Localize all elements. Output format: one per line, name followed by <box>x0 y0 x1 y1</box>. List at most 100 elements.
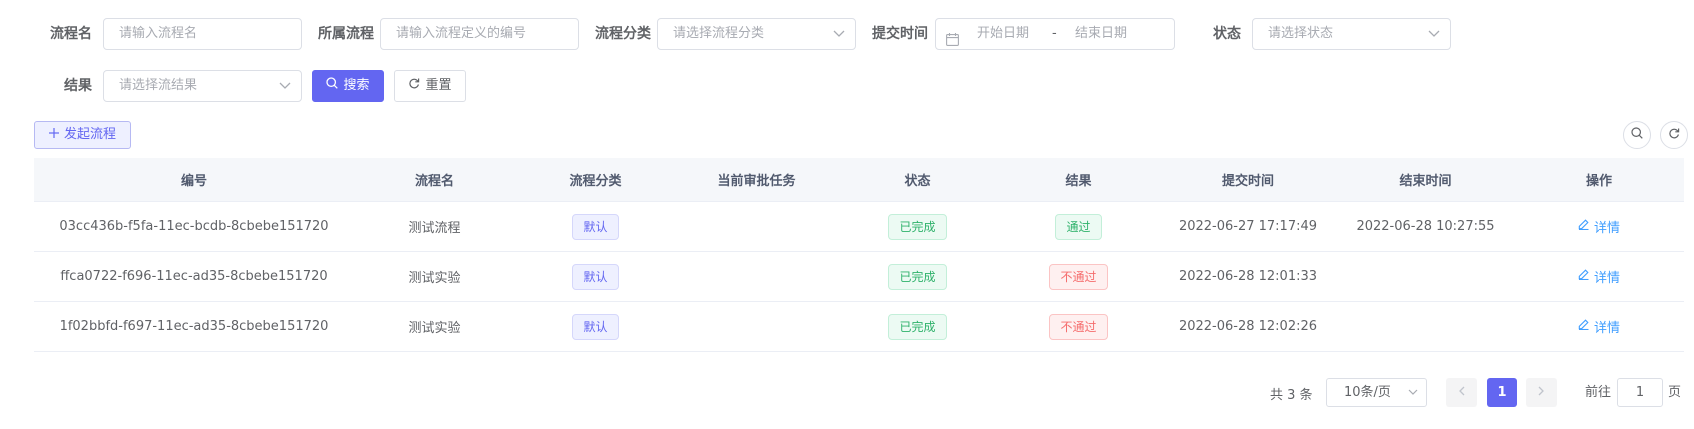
belong-process-input[interactable]: 请输入流程定义的编号 <box>380 18 579 50</box>
submit-time-label: 提交时间 <box>872 26 928 42</box>
cell-actions: 详情 <box>1514 302 1684 351</box>
cell-actions: 详情 <box>1514 202 1684 251</box>
table-row: 1f02bbfd-f697-11ec-ad35-8cbebe151720 测试实… <box>34 302 1684 352</box>
result-badge: 通过 <box>1055 213 1102 240</box>
column-header-submit-time: 提交时间 <box>1221 174 1274 189</box>
search-form: 流程名 请输入流程名 所属流程 请输入流程定义的编号 流程分类 请选择流程分类 … <box>0 0 1694 110</box>
toggle-search-button[interactable] <box>1623 121 1651 149</box>
cell-name: 测试流程 <box>408 221 461 236</box>
category-select[interactable]: 请选择流程分类 <box>657 18 856 50</box>
page-size-select[interactable]: 10条/页 <box>1326 378 1427 407</box>
category-tag: 默认 <box>572 213 619 240</box>
end-date-input[interactable]: 结束日期 <box>1075 19 1127 49</box>
cell-result: 不通过 <box>998 252 1159 301</box>
result-select-placeholder: 请选择流结果 <box>119 78 198 93</box>
chevron-down-icon <box>1408 378 1418 396</box>
table-row: 03cc436b-f5fa-11ec-bcdb-8cbebe151720 测试流… <box>34 202 1684 252</box>
column-header-result: 结果 <box>1065 174 1092 189</box>
cell-category: 默认 <box>515 252 676 301</box>
cell-name: 测试实验 <box>408 321 461 336</box>
cell-end-time <box>1337 252 1514 301</box>
cell-submit-time: 2022-06-28 12:01:33 <box>1178 269 1318 284</box>
cell-result: 通过 <box>998 202 1159 251</box>
calendar-icon <box>946 28 959 49</box>
detail-link[interactable]: 详情 <box>1578 217 1620 236</box>
reset-button-label: 重置 <box>425 78 452 93</box>
detail-link[interactable]: 详情 <box>1578 317 1620 336</box>
search-icon <box>1631 127 1643 143</box>
refresh-table-button[interactable] <box>1660 121 1688 149</box>
next-page-button[interactable] <box>1526 378 1557 407</box>
cell-current-task <box>676 252 837 301</box>
chevron-down-icon <box>833 19 845 38</box>
chevron-down-icon <box>1428 19 1440 38</box>
edit-icon <box>1578 319 1589 334</box>
detail-link-label: 详情 <box>1593 321 1620 336</box>
goto-page-input[interactable]: 1 <box>1617 378 1663 407</box>
cell-name: 测试实验 <box>408 271 461 286</box>
status-badge: 已完成 <box>888 213 947 240</box>
column-header-current-task: 当前审批任务 <box>717 174 796 189</box>
column-header-actions: 操作 <box>1585 174 1612 189</box>
category-tag: 默认 <box>572 313 619 340</box>
detail-link[interactable]: 详情 <box>1578 267 1620 286</box>
detail-link-label: 详情 <box>1593 271 1620 286</box>
status-label: 状态 <box>1213 26 1241 42</box>
result-badge: 不通过 <box>1049 263 1108 290</box>
status-select-placeholder: 请选择状态 <box>1268 26 1334 41</box>
cell-category: 默认 <box>515 202 676 251</box>
chevron-down-icon <box>279 71 291 90</box>
status-select[interactable]: 请选择状态 <box>1252 18 1451 50</box>
refresh-icon <box>1668 127 1680 143</box>
column-header-end-time: 结束时间 <box>1399 174 1452 189</box>
submit-time-range-picker[interactable]: 开始日期 - 结束日期 <box>935 18 1175 50</box>
cell-id: 1f02bbfd-f697-11ec-ad35-8cbebe151720 <box>59 319 329 334</box>
result-badge: 不通过 <box>1049 313 1108 340</box>
column-header-category: 流程分类 <box>569 174 622 189</box>
prev-page-button[interactable] <box>1446 378 1477 407</box>
cell-actions: 详情 <box>1514 252 1684 301</box>
result-select[interactable]: 请选择流结果 <box>103 70 302 102</box>
search-icon <box>326 71 339 101</box>
process-name-input[interactable]: 请输入流程名 <box>103 18 302 50</box>
reset-button[interactable]: 重置 <box>394 70 466 102</box>
cell-current-task <box>676 302 837 351</box>
cell-submit-time: 2022-06-27 17:17:49 <box>1178 219 1318 234</box>
process-name-label: 流程名 <box>50 26 92 42</box>
result-label: 结果 <box>64 78 92 94</box>
category-label: 流程分类 <box>595 26 651 42</box>
goto-label: 前往 <box>1585 385 1612 400</box>
pagination-total: 共 3 条 <box>1270 388 1313 403</box>
plus-icon <box>48 122 59 148</box>
cell-status: 已完成 <box>837 202 998 251</box>
cell-result: 不通过 <box>998 302 1159 351</box>
goto-unit: 页 <box>1668 385 1682 400</box>
edit-icon <box>1578 269 1589 284</box>
cell-category: 默认 <box>515 302 676 351</box>
edit-icon <box>1578 219 1589 234</box>
column-header-id: 编号 <box>180 174 207 189</box>
page-size-value: 10条/页 <box>1344 385 1391 400</box>
process-table: 编号 流程名 流程分类 当前审批任务 状态 结果 提交时间 结束时间 操作 03… <box>34 158 1684 352</box>
cell-id: 03cc436b-f5fa-11ec-bcdb-8cbebe151720 <box>59 219 329 234</box>
status-badge: 已完成 <box>888 313 947 340</box>
date-separator: - <box>1052 26 1057 41</box>
search-button-label: 搜索 <box>343 78 370 93</box>
column-header-name: 流程名 <box>414 174 454 189</box>
search-button[interactable]: 搜索 <box>312 70 384 102</box>
cell-submit-time: 2022-06-28 12:02:26 <box>1178 319 1318 334</box>
cell-end-time <box>1337 302 1514 351</box>
cell-id: ffca0722-f696-11ec-ad35-8cbebe151720 <box>60 269 328 284</box>
detail-link-label: 详情 <box>1593 221 1620 236</box>
chevron-right-icon <box>1538 385 1545 400</box>
category-tag: 默认 <box>572 263 619 290</box>
start-date-input[interactable]: 开始日期 <box>977 19 1029 49</box>
start-process-button[interactable]: 发起流程 <box>34 121 131 149</box>
status-badge: 已完成 <box>888 263 947 290</box>
cell-status: 已完成 <box>837 252 998 301</box>
page-number-current[interactable]: 1 <box>1487 378 1517 407</box>
category-select-placeholder: 请选择流程分类 <box>673 26 765 41</box>
refresh-icon <box>408 71 420 101</box>
table-row: ffca0722-f696-11ec-ad35-8cbebe151720 测试实… <box>34 252 1684 302</box>
cell-status: 已完成 <box>837 302 998 351</box>
